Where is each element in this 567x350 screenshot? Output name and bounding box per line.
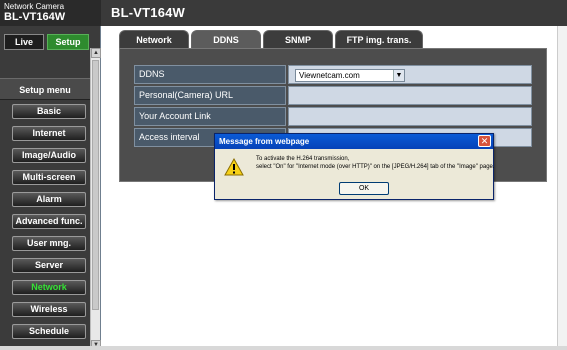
tab-ddns[interactable]: DDNS [191, 30, 261, 48]
ok-button[interactable]: OK [339, 182, 389, 195]
tab-network[interactable]: Network [119, 30, 189, 48]
sidebar-item-multi-screen[interactable]: Multi-screen [12, 170, 86, 185]
sidebar-item-server[interactable]: Server [12, 258, 86, 273]
ddns-value-cell: Viewnetcam.com ▼ [288, 65, 532, 84]
dialog-title: Message from webpage [219, 137, 310, 146]
chevron-down-icon[interactable]: ▼ [393, 70, 404, 81]
sidebar-item-advanced-func[interactable]: Advanced func. [12, 214, 86, 229]
ddns-label: DDNS [134, 65, 286, 84]
scroll-up-arrow-icon[interactable]: ▲ [91, 48, 101, 58]
live-button[interactable]: Live [4, 34, 44, 50]
sidebar-item-basic[interactable]: Basic [12, 104, 86, 119]
ddns-selected-value: Viewnetcam.com [299, 71, 360, 80]
personal-url-label: Personal(Camera) URL [134, 86, 286, 105]
sidebar-item-alarm[interactable]: Alarm [12, 192, 86, 207]
camera-label: Network Camera [4, 2, 65, 11]
setup-button[interactable]: Setup [47, 34, 89, 50]
message-dialog: Message from webpage ✕ To activate the H… [214, 133, 495, 200]
top-header-bar: BL-VT164W [101, 0, 567, 26]
close-icon[interactable]: ✕ [478, 135, 491, 147]
sidebar-item-wireless[interactable]: Wireless [12, 302, 86, 317]
camera-brand-block: Network Camera BL-VT164W [0, 0, 101, 26]
scrollbar-thumb[interactable] [92, 60, 99, 310]
sidebar-item-image-audio[interactable]: Image/Audio [12, 148, 86, 163]
sidebar-item-user-mng[interactable]: User mng. [12, 236, 86, 251]
mode-switch: Live Setup [0, 30, 90, 52]
sidebar-item-internet[interactable]: Internet [12, 126, 86, 141]
account-link-row: Your Account Link [134, 107, 532, 126]
sidebar-scrollbar[interactable]: ▲ ▼ [90, 48, 101, 350]
dialog-message-line2: select "On" for "Internet mode (over HTT… [256, 164, 495, 170]
sidebar: Live Setup Setup menu Basic Internet Ima… [0, 26, 101, 350]
personal-url-value [288, 86, 532, 105]
account-link-label: Your Account Link [134, 107, 286, 126]
dialog-titlebar: Message from webpage [215, 134, 493, 149]
camera-model: BL-VT164W [4, 11, 66, 23]
warning-icon [224, 158, 244, 176]
account-link-value [288, 107, 532, 126]
page-title: BL-VT164W [111, 5, 186, 20]
tab-ftp-img-trans[interactable]: FTP img. trans. [335, 30, 423, 48]
window-bottom-edge [0, 346, 567, 350]
page-scrollbar[interactable] [557, 26, 567, 350]
sidebar-item-schedule[interactable]: Schedule [12, 324, 86, 339]
ddns-row: DDNS Viewnetcam.com ▼ [134, 65, 532, 84]
setup-menu-title: Setup menu [0, 78, 90, 100]
ddns-select[interactable]: Viewnetcam.com ▼ [295, 69, 405, 82]
personal-url-row: Personal(Camera) URL [134, 86, 532, 105]
dialog-message-line1: To activate the H.264 transmission, [256, 156, 350, 162]
sidebar-item-network[interactable]: Network [12, 280, 86, 295]
tab-snmp[interactable]: SNMP [263, 30, 333, 48]
